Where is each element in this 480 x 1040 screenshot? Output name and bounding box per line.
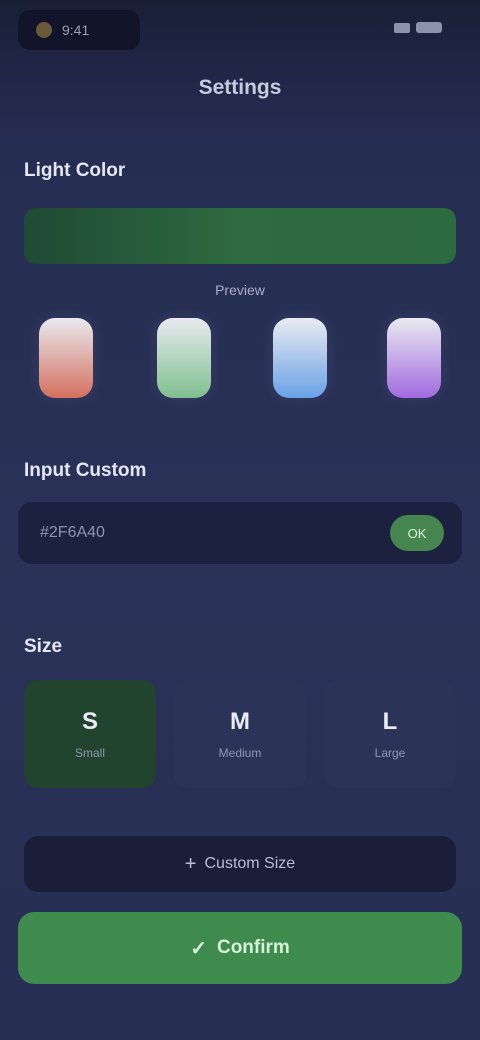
battery-icon <box>416 22 442 33</box>
color-swatch-red <box>39 318 93 398</box>
color-option-purple[interactable] <box>378 318 450 408</box>
screen: 9:41 Settings Light Color Preview Input … <box>0 0 480 1040</box>
color-swatch-purple <box>387 318 441 398</box>
preview-caption: Preview <box>215 282 265 298</box>
status-pill: 9:41 <box>18 10 140 50</box>
color-preview-bar <box>24 208 456 264</box>
color-swatch-blue <box>273 318 327 398</box>
size-cards: S Small M Medium L Large <box>24 680 456 790</box>
color-swatch-green <box>157 318 211 398</box>
confirm-label: Confirm <box>216 937 290 958</box>
signal-icon <box>394 22 410 33</box>
section-title-size: Size <box>24 636 63 657</box>
color-options <box>24 318 456 414</box>
plus-icon: + <box>184 853 197 875</box>
section-title-input: Input Custom <box>24 460 147 481</box>
page-title: Settings <box>198 76 282 99</box>
status-dot-icon <box>36 22 52 38</box>
color-hex-input[interactable] <box>18 502 378 564</box>
status-icons <box>394 22 442 33</box>
size-value: M <box>230 708 250 735</box>
size-label: Medium <box>218 746 262 760</box>
custom-size-button[interactable]: + Custom Size <box>24 836 456 892</box>
color-input-row: OK <box>18 502 462 564</box>
status-bar: 9:41 <box>0 0 480 56</box>
size-card-medium[interactable]: M Medium <box>174 680 306 788</box>
size-label: Large <box>374 746 406 760</box>
check-icon: ✓ <box>190 937 207 960</box>
color-option-red[interactable] <box>30 318 102 408</box>
size-card-small[interactable]: S Small <box>24 680 156 788</box>
confirm-button[interactable]: ✓ Confirm <box>18 912 462 984</box>
size-value: S <box>81 708 98 735</box>
color-option-blue[interactable] <box>264 318 336 408</box>
status-time: 9:41 <box>62 22 90 38</box>
custom-size-label: Custom Size <box>204 855 296 872</box>
size-card-large[interactable]: L Large <box>324 680 456 788</box>
size-value: L <box>382 708 398 735</box>
size-label: Small <box>74 746 105 760</box>
section-title-color: Light Color <box>24 160 126 181</box>
apply-button[interactable]: OK <box>390 515 444 551</box>
color-option-green[interactable] <box>148 318 220 408</box>
